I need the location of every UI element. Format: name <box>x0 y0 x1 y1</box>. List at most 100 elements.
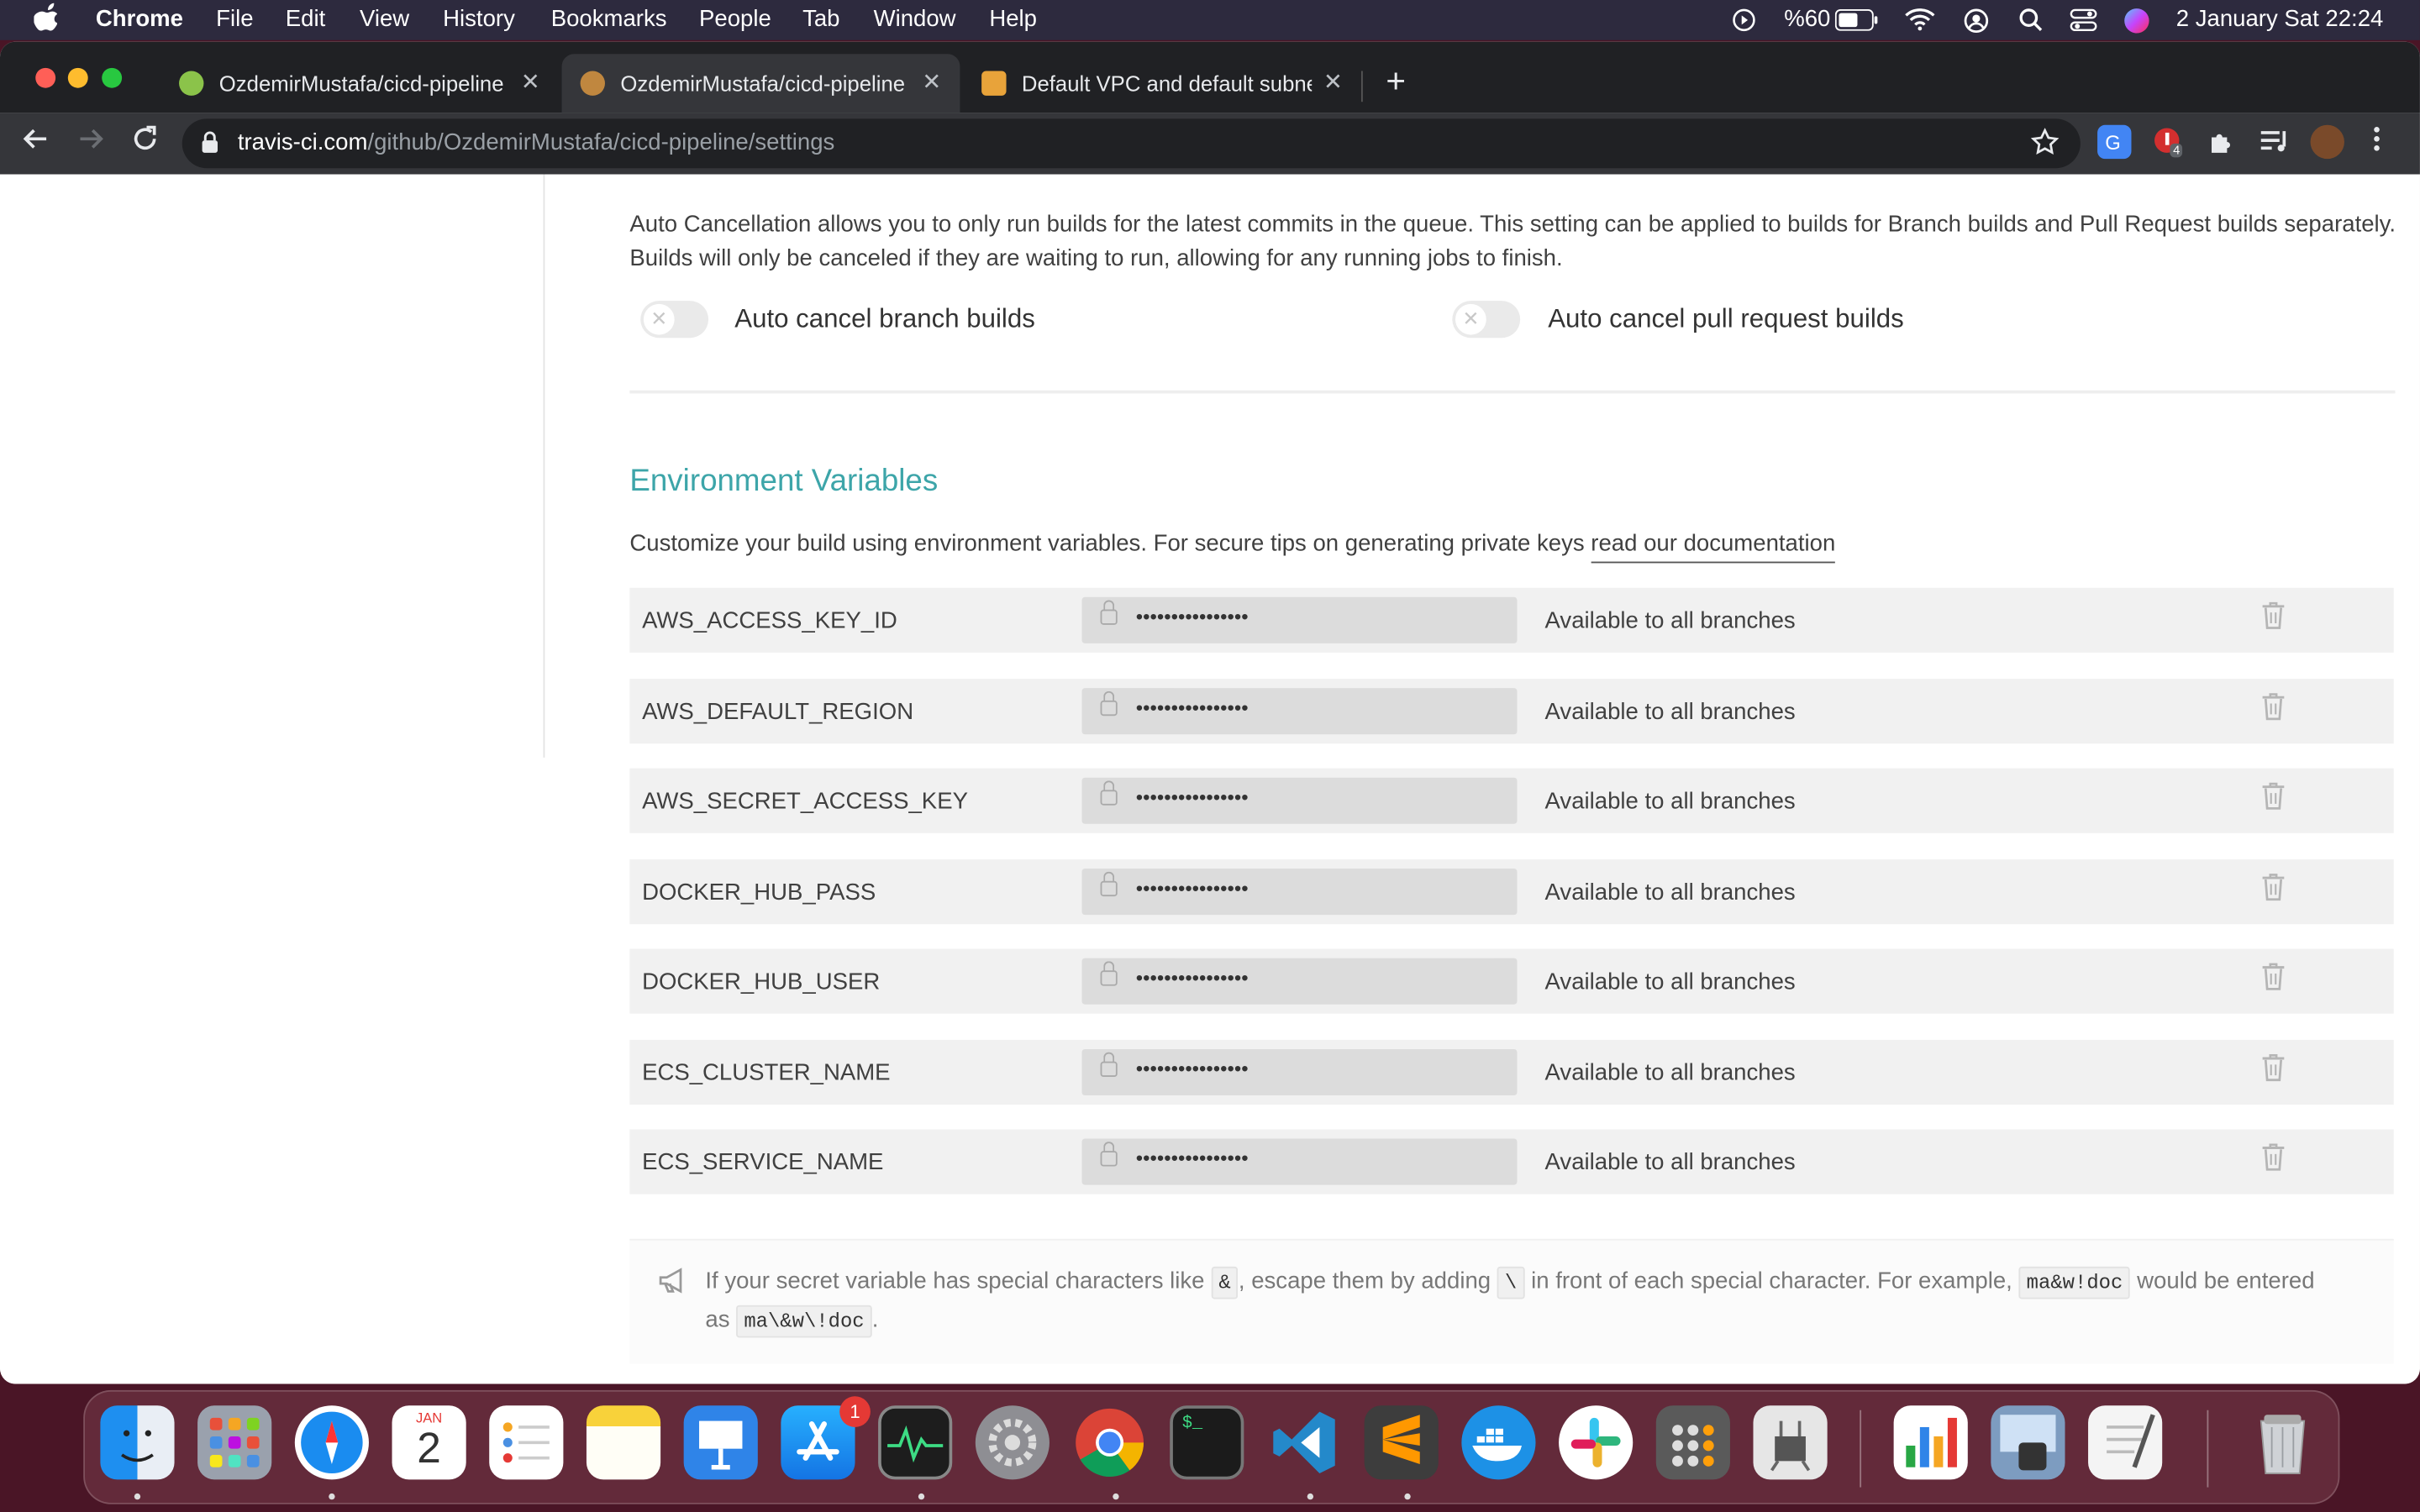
system-information-icon[interactable] <box>1753 1405 1828 1480</box>
keynote-icon[interactable] <box>683 1405 758 1480</box>
env-var-name: AWS_SECRET_ACCESS_KEY <box>642 788 968 815</box>
battery-icon[interactable] <box>1834 9 1878 37</box>
delete-trash-icon[interactable] <box>2261 1053 2286 1086</box>
lock-icon <box>1100 1142 1118 1167</box>
control-center-icon[interactable] <box>2070 8 2097 39</box>
forward-arrow-icon[interactable] <box>77 125 105 160</box>
delete-trash-icon[interactable] <box>2261 961 2286 995</box>
app-store-badge: 1 <box>839 1396 871 1427</box>
auto-cancel-branch-toggle[interactable]: ✕ <box>640 301 709 339</box>
safari-icon[interactable] <box>294 1405 369 1480</box>
code-example-escaped: ma\&w\!doc <box>736 1305 872 1338</box>
back-arrow-icon[interactable] <box>22 125 50 160</box>
numbers-icon[interactable] <box>1893 1405 1968 1480</box>
env-var-value-field[interactable]: •••••••••••••••• <box>1081 1048 1518 1096</box>
apple-menu-icon[interactable] <box>33 3 58 39</box>
env-var-value-field[interactable]: •••••••••••••••• <box>1081 1138 1518 1185</box>
delete-trash-icon[interactable] <box>2261 1142 2286 1175</box>
vscode-icon[interactable] <box>1267 1405 1341 1479</box>
env-var-masked-value: •••••••••••••••• <box>1135 604 1249 628</box>
menu-people[interactable]: People <box>699 6 771 32</box>
env-var-name: AWS_DEFAULT_REGION <box>642 699 914 726</box>
new-tab-button[interactable]: + <box>1386 61 1406 102</box>
delete-trash-icon[interactable] <box>2261 691 2286 725</box>
menu-app-chrome[interactable]: Chrome <box>96 6 183 32</box>
chrome-icon[interactable] <box>1073 1405 1147 1479</box>
delete-trash-icon[interactable] <box>2261 780 2286 814</box>
menu-window[interactable]: Window <box>874 6 956 32</box>
google-translate-extension-icon[interactable]: G <box>2097 124 2132 160</box>
user-account-icon[interactable] <box>1963 8 1989 40</box>
extensions-puzzle-icon[interactable] <box>2206 125 2239 159</box>
media-queue-icon[interactable] <box>2258 125 2291 159</box>
extension-badge: 4 <box>2170 143 2183 158</box>
textedit-icon[interactable] <box>2088 1405 2163 1480</box>
menu-tab[interactable]: Tab <box>802 6 839 32</box>
menu-history[interactable]: History <box>443 6 515 32</box>
date-time[interactable]: 2 January Sat 22:24 <box>2176 6 2384 32</box>
address-bar[interactable]: travis-ci.com/github/OzdemirMustafa/cicd… <box>182 118 2081 169</box>
profile-avatar[interactable] <box>2310 124 2344 160</box>
reload-icon[interactable] <box>131 125 159 160</box>
auto-cancel-pr-toggle[interactable]: ✕ <box>1452 301 1521 339</box>
docker-icon[interactable] <box>1461 1405 1536 1480</box>
env-var-value-field[interactable]: •••••••••••••••• <box>1081 958 1518 1005</box>
env-var-name: DOCKER_HUB_USER <box>642 969 881 995</box>
wifi-icon[interactable] <box>1904 6 1935 37</box>
env-var-branch: Available to all branches <box>1544 699 1796 726</box>
preview-icon[interactable] <box>1991 1405 2065 1480</box>
tab-title: OzdemirMustafa/cicd-pipeline <box>218 71 504 96</box>
reminders-icon[interactable] <box>489 1405 564 1480</box>
tab-travis-1[interactable]: OzdemirMustafa/cicd-pipeline ✕ <box>160 54 559 113</box>
delete-trash-icon[interactable] <box>2261 600 2286 633</box>
menu-help[interactable]: Help <box>989 6 1037 32</box>
notes-icon[interactable] <box>586 1405 661 1480</box>
tab-strip: OzdemirMustafa/cicd-pipeline ✕ OzdemirMu… <box>0 41 2420 113</box>
adblock-extension-icon[interactable]: 4 <box>2151 125 2185 159</box>
close-window-button[interactable] <box>35 67 56 88</box>
auto-cancel-branch-label: Auto cancel branch builds <box>734 303 1035 333</box>
menu-file[interactable]: File <box>216 6 253 32</box>
lock-icon[interactable] <box>201 131 219 162</box>
url-text[interactable]: travis-ci.com/github/OzdemirMustafa/cicd… <box>238 129 834 155</box>
menu-bookmarks[interactable]: Bookmarks <box>551 6 667 32</box>
play-status-icon[interactable] <box>1732 8 1756 39</box>
documentation-link[interactable]: read our documentation <box>1591 530 1836 564</box>
menu-edit[interactable]: Edit <box>286 6 325 32</box>
env-var-masked-value: •••••••••••••••• <box>1135 965 1249 990</box>
calendar-day: 2 <box>417 1424 441 1473</box>
spotlight-search-icon[interactable] <box>2018 8 2043 39</box>
more-menu-icon[interactable] <box>2372 123 2381 162</box>
env-var-row: AWS_SECRET_ACCESS_KEY •••••••••••••••• Ava… <box>629 768 2394 833</box>
tab-close-icon[interactable]: ✕ <box>521 68 540 96</box>
slack-icon[interactable] <box>1559 1405 1634 1480</box>
svg-text:G: G <box>2105 132 2121 155</box>
zoom-window-button[interactable] <box>102 67 123 88</box>
bookmark-star-icon[interactable] <box>2030 128 2060 163</box>
delete-trash-icon[interactable] <box>2261 872 2286 906</box>
tab-close-icon[interactable]: ✕ <box>922 68 941 96</box>
finder-icon[interactable] <box>100 1405 175 1480</box>
tab-aws-vpc[interactable]: Default VPC and default subne ✕ <box>963 54 1361 113</box>
tab-close-icon[interactable]: ✕ <box>1323 68 1343 96</box>
tab-travis-2-active[interactable]: OzdemirMustafa/cicd-pipeline ✕ <box>561 54 960 113</box>
env-var-value-field[interactable]: •••••••••••••••• <box>1081 596 1518 643</box>
launchpad-icon[interactable] <box>197 1405 272 1480</box>
system-preferences-icon[interactable] <box>975 1405 1050 1480</box>
siri-icon[interactable] <box>2123 8 2149 40</box>
calendar-icon[interactable]: JAN 2 <box>392 1405 466 1480</box>
env-var-value-field[interactable]: •••••••••••••••• <box>1081 777 1518 824</box>
env-var-value-field[interactable]: •••••••••••••••• <box>1081 869 1518 916</box>
env-var-masked-value: •••••••••••••••• <box>1135 876 1249 900</box>
minimize-window-button[interactable] <box>67 67 88 88</box>
env-var-value-field[interactable]: •••••••••••••••• <box>1081 688 1518 735</box>
travis-favicon-icon <box>179 71 204 96</box>
lock-icon <box>1100 690 1118 717</box>
menu-view[interactable]: View <box>360 6 409 32</box>
lock-icon <box>1100 780 1118 806</box>
terminal-icon[interactable]: $_ <box>1170 1405 1244 1480</box>
activity-monitor-icon[interactable] <box>878 1405 953 1480</box>
trash-icon[interactable] <box>2245 1405 2319 1479</box>
sublime-text-icon[interactable] <box>1364 1405 1439 1480</box>
calculator-icon[interactable] <box>1655 1405 1730 1480</box>
